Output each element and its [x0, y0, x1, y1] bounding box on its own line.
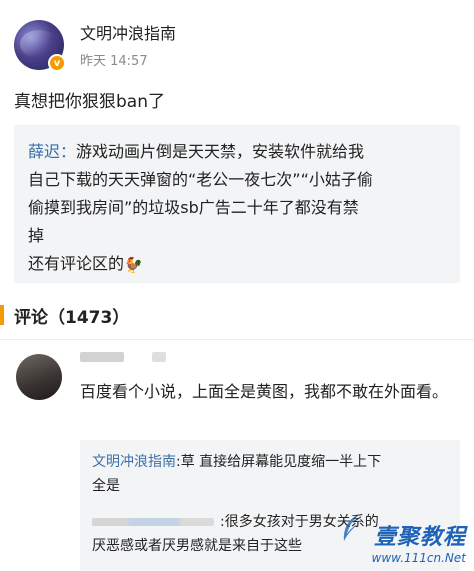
divider: [0, 339, 474, 340]
commenter-avatar[interactable]: [16, 354, 62, 400]
quote-text-2: 自己下载的天天弹窗的“老公一夜七次”“小姑子偷: [28, 170, 373, 189]
quoted-post[interactable]: 薛迟：游戏动画片倒是天天禁，安装软件就给我 自己下载的天天弹窗的“老公一夜七次”…: [14, 125, 460, 283]
post-text: 真想把你狠狠ban了: [14, 92, 165, 112]
feather-icon: [343, 515, 360, 541]
comment-text: 百度看个小说，上面全是黄图，我都不敢在外面看。: [80, 382, 449, 401]
quote-text-3: 偷摸到我房间”的垃圾sb广告二十年了都没有禁: [28, 198, 359, 217]
comments-accent-bar: [0, 305, 4, 325]
post-time: 昨天 14:57: [80, 54, 148, 69]
watermark-title: 壹聚教程: [373, 525, 466, 550]
reply-text-1b: 全是: [92, 478, 120, 494]
reply-text-1: :草 直接给屏幕能见度缩一半上下: [176, 454, 382, 470]
blurred-mention: [92, 518, 214, 526]
quote-text-1: 游戏动画片倒是天天禁，安装软件就给我: [76, 142, 365, 161]
quote-line-1: 薛迟：游戏动画片倒是天天禁，安装软件就给我: [28, 138, 446, 166]
quote-text-5: 还有评论区的: [28, 254, 125, 273]
reply-author-name[interactable]: 文明冲浪指南: [92, 454, 176, 470]
rooster-emoji: 🐓: [124, 255, 143, 274]
author-name[interactable]: 文明冲浪指南: [80, 20, 176, 44]
comments-title: 评论（1473）: [14, 307, 130, 328]
quote-text-4: 掉: [28, 226, 45, 245]
watermark: 壹聚教程 www.111cn.Net: [372, 519, 466, 565]
quote-author-name[interactable]: 薛迟：: [28, 142, 76, 161]
comments-header: 评论（1473）: [0, 300, 129, 330]
watermark-url: www.111cn.Net: [371, 551, 466, 565]
quote-line-5: 还有评论区的🐓: [28, 250, 446, 279]
avatar-highlight: [20, 30, 58, 58]
reply-line-1: 文明冲浪指南:草 直接给屏幕能见度缩一半上下: [92, 450, 448, 474]
blurred-username-suffix: [152, 352, 166, 362]
verified-v-icon: v: [48, 54, 66, 72]
blurred-username: [80, 352, 124, 362]
